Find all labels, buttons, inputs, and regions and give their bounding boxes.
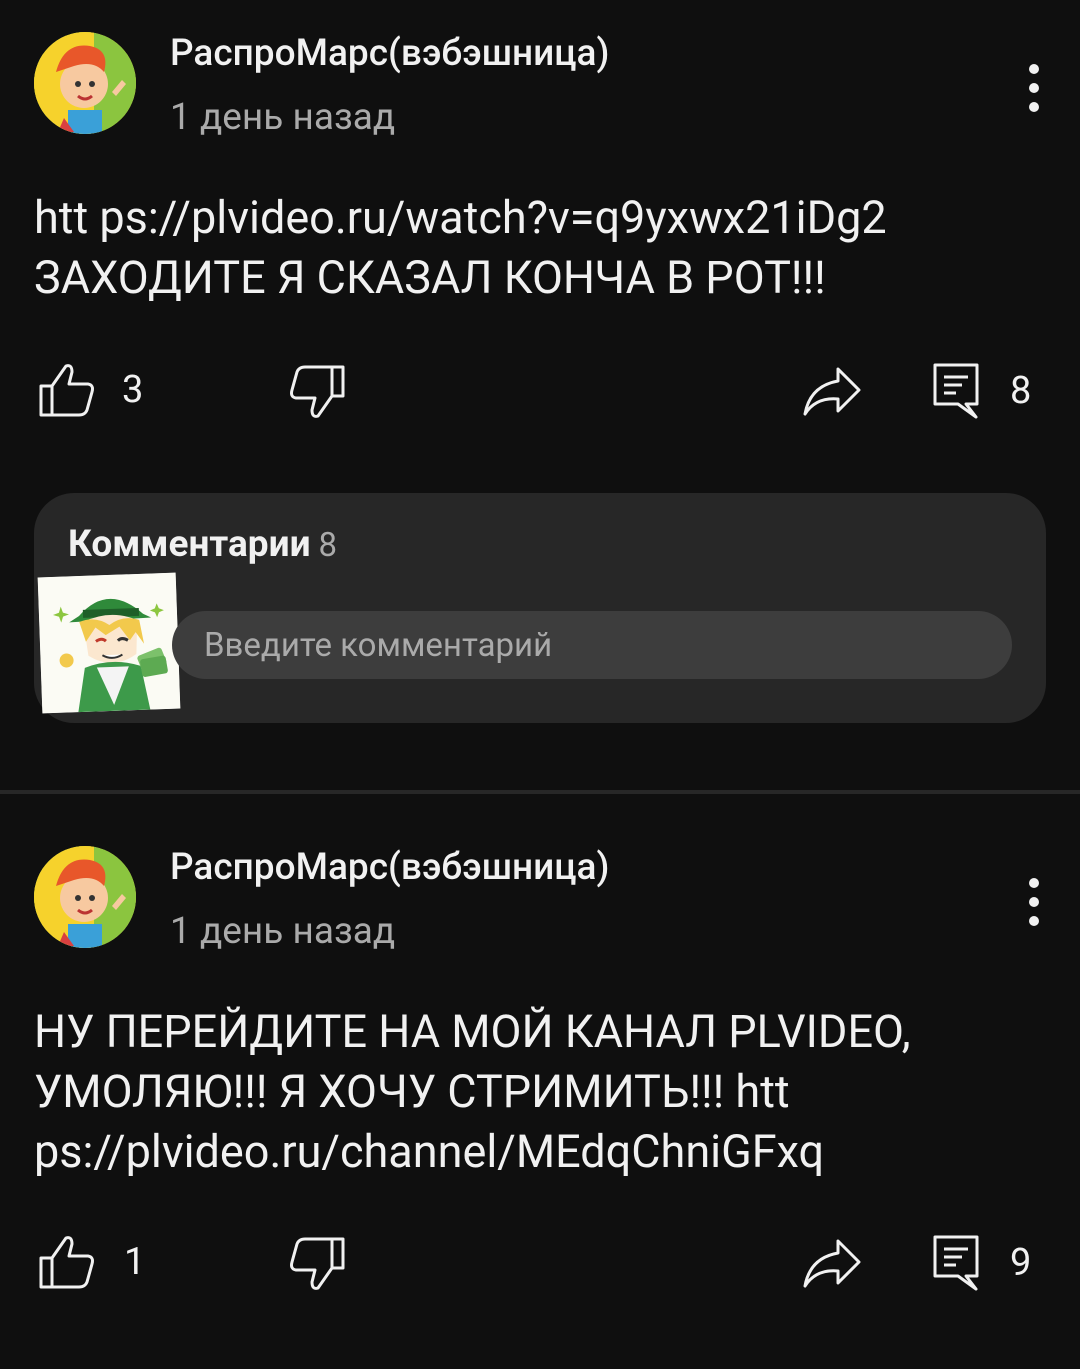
post-text-line: ps://plvideo.ru/channel/MEdqChniGFxq <box>34 1125 825 1178</box>
post-text-line: ЗАХОДИТЕ Я СКАЗАЛ КОНЧА В РОТ!!! <box>34 251 826 304</box>
post-time: 1 день назад <box>170 96 396 139</box>
share-arrow-icon <box>803 1239 861 1288</box>
post-time: 1 день назад <box>170 910 396 953</box>
comments-header: Комментарии 8 <box>68 523 337 566</box>
user-avatar[interactable] <box>37 572 181 714</box>
comment-icon <box>933 363 979 419</box>
thumb-down-icon <box>290 1237 345 1290</box>
author-avatar[interactable] <box>34 32 136 134</box>
post-text: НУ ПЕРЕЙДИТЕ НА МОЙ КАНАЛ PLVIDEO, УМОЛЯ… <box>34 1002 1044 1182</box>
community-post: РаспроМарс(вэбэшница) 1 день назад htt p… <box>0 0 1080 790</box>
share-button[interactable] <box>802 366 862 418</box>
comment-input[interactable]: Введите комментарий <box>172 611 1012 679</box>
post-text-line: htt ps://plvideo.ru/watch?v=q9yxwx21iDg2 <box>34 191 887 244</box>
like-button[interactable]: 3 <box>38 362 143 418</box>
share-button[interactable] <box>802 1238 862 1290</box>
post-text-line: НУ ПЕРЕЙДИТЕ НА МОЙ КАНАЛ PLVIDEO, <box>34 1005 911 1058</box>
like-count: 1 <box>124 1240 146 1284</box>
thumb-up-icon <box>39 364 94 417</box>
like-count: 3 <box>122 368 144 412</box>
post-text: htt ps://plvideo.ru/watch?v=q9yxwx21iDg2… <box>34 188 1044 308</box>
comments-count: 8 <box>318 526 338 565</box>
author-avatar[interactable] <box>34 846 136 948</box>
more-vertical-icon[interactable] <box>1014 874 1054 930</box>
comments-button[interactable]: 9 <box>932 1234 1031 1292</box>
share-arrow-icon <box>803 367 861 416</box>
comment-count: 9 <box>1010 1241 1032 1285</box>
community-post: РаспроМарс(вэбэшница) 1 день назад НУ ПЕ… <box>0 794 1080 1369</box>
thumb-up-icon <box>39 1236 94 1289</box>
like-button[interactable]: 1 <box>38 1234 145 1290</box>
thumb-down-icon <box>290 365 345 418</box>
author-name[interactable]: РаспроМарс(вэбэшница) <box>170 32 609 75</box>
dislike-button[interactable] <box>288 364 346 420</box>
post-text-line: УМОЛЯЮ!!! Я ХОЧУ СТРИМИТЬ!!! htt <box>34 1065 790 1118</box>
author-name[interactable]: РаспроМарс(вэбэшница) <box>170 846 609 889</box>
comments-button[interactable]: 8 <box>932 362 1031 420</box>
more-vertical-icon[interactable] <box>1014 60 1054 116</box>
comment-icon <box>933 1235 979 1291</box>
dislike-button[interactable] <box>288 1236 346 1292</box>
comment-count: 8 <box>1010 369 1032 413</box>
comments-title: Комментарии <box>68 523 311 566</box>
comments-card[interactable]: Комментарии 8 Введите комментарий <box>34 493 1046 723</box>
